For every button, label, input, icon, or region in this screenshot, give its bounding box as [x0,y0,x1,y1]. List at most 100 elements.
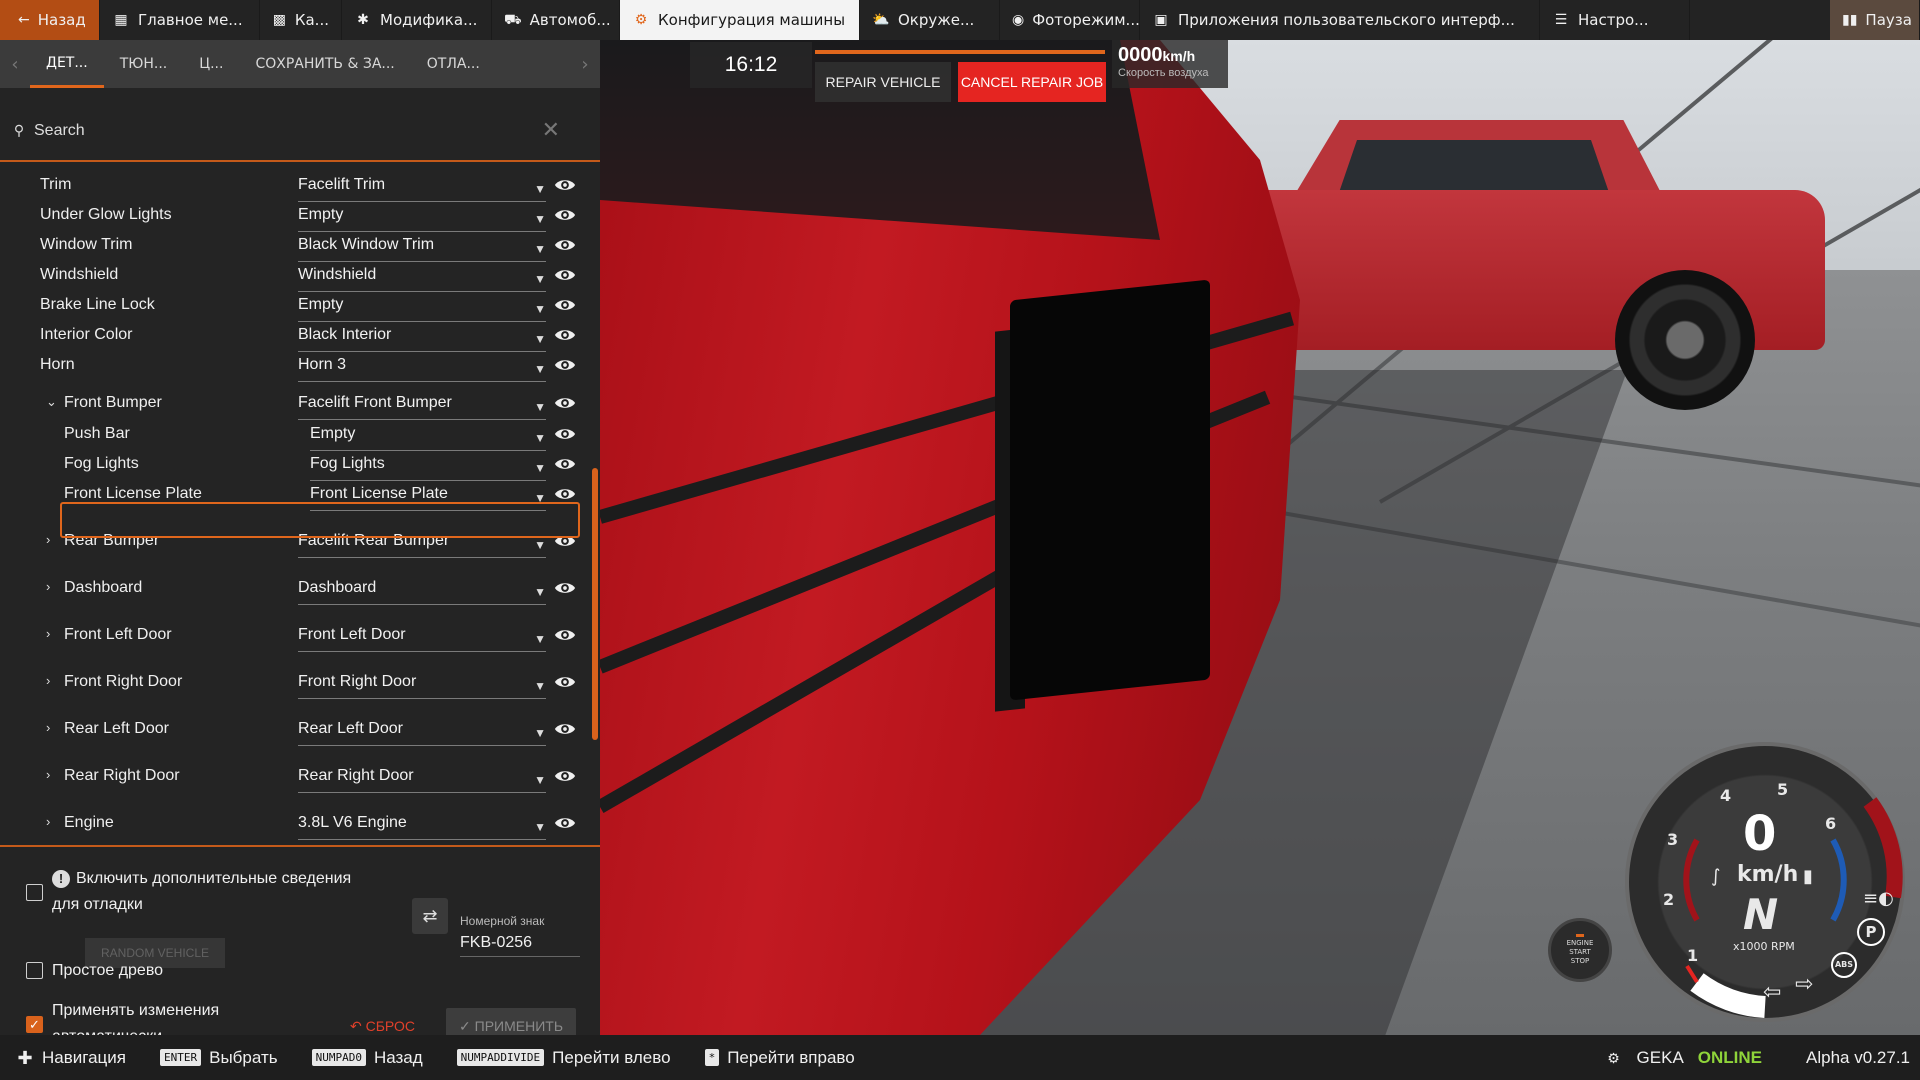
part-select[interactable]: Dashboard ▼ [298,579,546,605]
scrollbar[interactable] [592,468,598,740]
chevron-right-icon[interactable]: › [570,54,600,75]
chevron-right-icon[interactable]: › [46,532,50,547]
tab-main-menu[interactable]: ▦ Главное ме... [100,0,260,40]
tab-vehicles[interactable]: ⛟ Автомоб... [492,0,620,40]
eye-icon[interactable] [554,204,576,226]
eye-icon[interactable] [554,264,576,286]
back-button[interactable]: ← Назад [0,0,100,40]
part-select[interactable]: Empty ▼ [298,206,546,232]
chevron-right-icon[interactable]: › [46,814,50,829]
part-label: Dashboard [64,579,143,596]
online-status: ONLINE [1697,1047,1763,1067]
eye-icon[interactable] [554,718,576,740]
eye-icon[interactable] [554,812,576,834]
debug-checkbox[interactable] [26,884,43,901]
eye-icon[interactable] [554,392,576,414]
auto-apply-checkbox[interactable]: ✓ [26,1016,43,1033]
tab-photo-mode[interactable]: ◉ Фоторежим... [1000,0,1140,40]
part-select[interactable]: Windshield ▼ [298,266,546,292]
part-select[interactable]: 3.8L V6 Engine ▼ [298,814,546,840]
shuffle-icon: ⇄ [422,906,438,926]
eye-icon[interactable] [554,354,576,376]
chevron-right-icon[interactable]: › [46,720,50,735]
part-row-front-bumper[interactable]: ⌄ Front Bumper Facelift Front Bumper ▼ [0,390,600,420]
eye-icon[interactable] [554,324,576,346]
eye-icon[interactable] [554,577,576,599]
rpm-label: x1000 RPM [1733,940,1795,953]
eye-icon[interactable] [554,765,576,787]
part-row-dashboard[interactable]: › Dashboard Dashboard ▼ [0,575,600,605]
subtab-color[interactable]: Ц... [183,40,239,88]
tab-map[interactable]: ▩ Ка... [260,0,342,40]
wheel [1615,270,1755,410]
eye-icon[interactable] [554,174,576,196]
repair-vehicle-button[interactable]: REPAIR VEHICLE [815,62,951,102]
part-select[interactable]: Facelift Front Bumper ▼ [298,394,546,420]
part-select[interactable]: Black Interior ▼ [298,326,546,352]
eye-icon[interactable] [554,671,576,693]
tab-ui-apps[interactable]: ▣ Приложения пользовательского интерф... [1140,0,1540,40]
part-label: Push Bar [64,425,130,442]
pause-button[interactable]: ▮▮ Пауза [1830,0,1920,40]
eye-icon[interactable] [554,234,576,256]
part-row-push-bar[interactable]: Push Bar Empty ▼ [0,421,600,451]
part-row-trim[interactable]: Trim Facelift Trim ▼ [0,172,600,202]
tab-mods[interactable]: ✱ Модифика... [342,0,492,40]
eye-icon[interactable] [554,453,576,475]
part-row-front-right-door[interactable]: › Front Right Door Front Right Door ▼ [0,669,600,699]
part-label: Front License Plate [64,485,202,502]
tab-settings[interactable]: ☰ Настро... [1540,0,1690,40]
reset-button[interactable]: ↶ СБРОС [350,1018,415,1035]
part-row-window-trim[interactable]: Window Trim Black Window Trim ▼ [0,232,600,262]
part-row-interior-color[interactable]: Interior Color Black Interior ▼ [0,322,600,352]
chevron-left-icon[interactable]: ‹ [0,54,30,75]
subtab-parts[interactable]: ДЕТ... [30,40,104,88]
part-row-front-left-door[interactable]: › Front Left Door Front Left Door ▼ [0,622,600,652]
part-select[interactable]: Facelift Trim ▼ [298,176,546,202]
chevron-right-icon[interactable]: › [46,626,50,641]
plate-input[interactable]: FKB-0256 [460,934,580,957]
part-label: Rear Right Door [64,767,180,784]
part-select[interactable]: Front Right Door ▼ [298,673,546,699]
eye-icon[interactable] [554,423,576,445]
part-select[interactable]: Rear Left Door ▼ [298,720,546,746]
cancel-repair-button[interactable]: CANCEL REPAIR JOB [958,62,1106,102]
chevron-down-icon[interactable]: ⌄ [46,394,57,410]
eye-icon[interactable] [554,624,576,646]
search-input[interactable] [34,122,514,140]
hint-navigation: ✚ Навигация [17,1047,126,1068]
part-row-rear-left-door[interactable]: › Rear Left Door Rear Left Door ▼ [0,716,600,746]
chevron-right-icon[interactable]: › [46,579,50,594]
part-select[interactable]: Empty ▼ [298,296,546,322]
clear-search-icon[interactable]: ✕ [542,118,560,143]
part-select[interactable]: Rear Right Door ▼ [298,767,546,793]
simple-tree-checkbox[interactable] [26,962,43,979]
subtab-save-load[interactable]: СОХРАНИТЬ & ЗА... [239,40,410,88]
tab-environment[interactable]: ⛅ Окруже... [860,0,1000,40]
eye-icon[interactable] [554,294,576,316]
engine-start-stop-button[interactable]: ENGINE START STOP [1548,918,1612,982]
chevron-right-icon[interactable]: › [46,673,50,688]
part-row-rear-right-door[interactable]: › Rear Right Door Rear Right Door ▼ [0,763,600,793]
part-row-under-glow-lights[interactable]: Under Glow Lights Empty ▼ [0,202,600,232]
tab-vehicle-config[interactable]: ⚙ Конфигурация машины [620,0,860,40]
part-row-brake-line-lock[interactable]: Brake Line Lock Empty ▼ [0,292,600,322]
chevron-right-icon[interactable]: › [46,767,50,782]
gear-indicator: N [1743,890,1779,939]
part-select[interactable]: Horn 3 ▼ [298,356,546,382]
part-select[interactable]: Empty ▼ [310,425,546,451]
part-select[interactable]: Fog Lights ▼ [310,455,546,481]
part-row-fog-lights[interactable]: Fog Lights Fog Lights ▼ [0,451,600,481]
hint-next-tab: * Перейти вправо [704,1048,855,1068]
part-row-horn[interactable]: Horn Horn 3 ▼ [0,352,600,382]
dropdown-arrow-icon: ▼ [534,461,546,475]
subtab-debug[interactable]: ОТЛА... [411,40,496,88]
shuffle-plate-button[interactable]: ⇄ [412,898,448,934]
part-select[interactable]: Front Left Door ▼ [298,626,546,652]
part-row-engine[interactable]: › Engine 3.8L V6 Engine ▼ [0,810,600,840]
speedometer-gauge: 1 2 3 4 5 6 0 km/h N x1000 RPM ∫ ▮ ≡◐ P … [1625,742,1905,1022]
part-row-windshield[interactable]: Windshield Windshield ▼ [0,262,600,292]
key-badge: ENTER [159,1049,202,1066]
subtab-tuning[interactable]: ТЮН... [104,40,184,88]
part-select[interactable]: Black Window Trim ▼ [298,236,546,262]
